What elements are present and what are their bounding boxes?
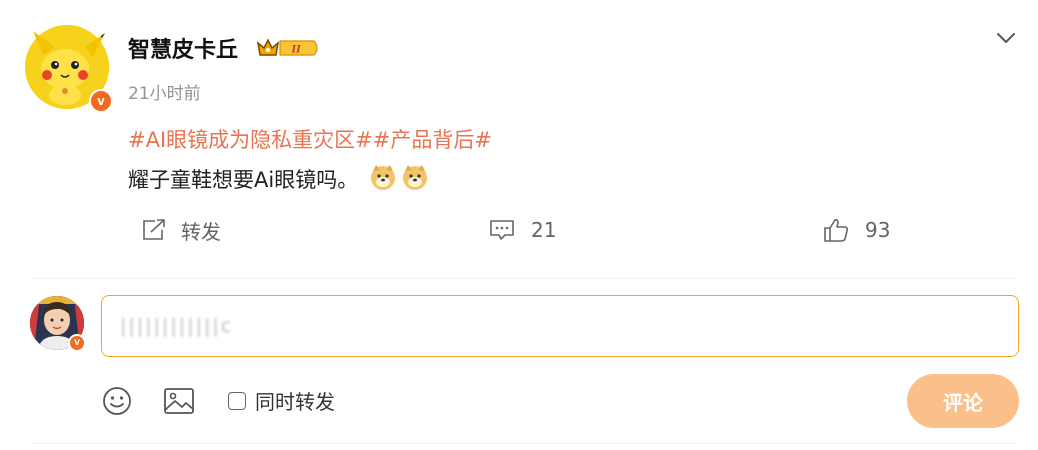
chevron-down-icon[interactable] bbox=[994, 28, 1018, 48]
weibo-post-card: v 智慧皮卡丘 II 21小时前 #AI眼镜成为隐私重灾区##产品背后# 耀子童… bbox=[0, 0, 1038, 450]
post-action-bar: 转发 21 93 bbox=[0, 210, 1038, 250]
emoji-picker-icon[interactable] bbox=[101, 385, 133, 417]
post-timestamp[interactable]: 21小时前 bbox=[128, 79, 201, 104]
hashtag-link[interactable]: #产品背后# bbox=[373, 128, 492, 152]
post-body: 耀子童鞋想要Ai眼镜吗。 bbox=[128, 163, 429, 194]
divider bbox=[30, 443, 1018, 444]
comment-icon bbox=[490, 220, 514, 240]
hashtag-link[interactable]: #AI眼镜成为隐私重灾区# bbox=[128, 128, 373, 152]
crown-level-badge-icon[interactable]: II bbox=[256, 37, 322, 59]
image-upload-icon[interactable] bbox=[162, 385, 196, 417]
hashtag-line: #AI眼镜成为隐私重灾区##产品背后# bbox=[128, 124, 492, 154]
divider bbox=[30, 278, 1018, 279]
author-avatar[interactable]: v bbox=[25, 25, 113, 113]
badge-level-text: II bbox=[290, 42, 302, 56]
author-name[interactable]: 智慧皮卡丘 bbox=[128, 32, 238, 64]
sync-repost-label: 同时转发 bbox=[255, 390, 335, 414]
comment-input-value: ||||||||||||c bbox=[120, 315, 234, 337]
verified-badge-icon: v bbox=[68, 334, 86, 352]
like-count: 93 bbox=[865, 218, 891, 242]
repost-icon bbox=[143, 219, 165, 240]
comment-button[interactable]: 21 bbox=[489, 210, 556, 250]
verified-badge-icon: v bbox=[89, 89, 113, 113]
repost-button[interactable]: 转发 bbox=[141, 210, 221, 250]
current-user-avatar[interactable]: v bbox=[30, 296, 86, 352]
like-button[interactable]: 93 bbox=[823, 210, 890, 250]
submit-comment-button[interactable]: 评论 bbox=[907, 374, 1019, 428]
doge-emoji-icon bbox=[370, 165, 395, 190]
thumbs-up-icon bbox=[824, 219, 849, 242]
sync-repost-checkbox[interactable] bbox=[228, 391, 246, 410]
sync-repost-toggle[interactable]: 同时转发 bbox=[228, 386, 335, 415]
comment-input[interactable]: ||||||||||||c bbox=[101, 295, 1019, 357]
doge-emoji-icon bbox=[402, 165, 427, 190]
comment-count: 21 bbox=[531, 218, 557, 242]
post-body-text: 耀子童鞋想要Ai眼镜吗。 bbox=[128, 168, 359, 192]
repost-label: 转发 bbox=[181, 219, 221, 244]
